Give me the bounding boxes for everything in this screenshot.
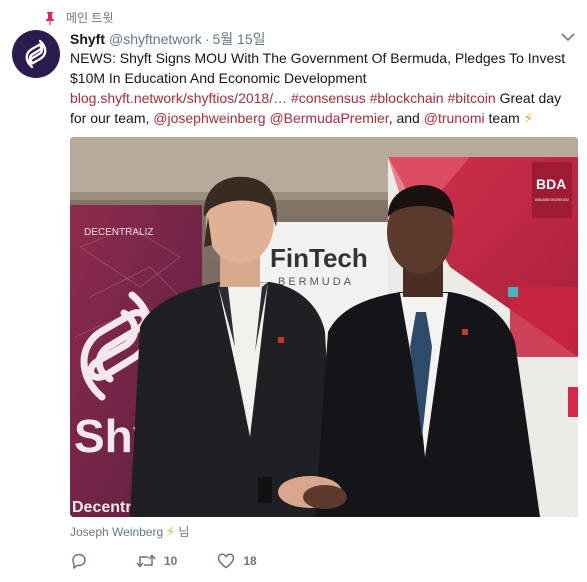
mention-link[interactable]: @trunomi <box>424 110 485 126</box>
like-count: 18 <box>243 554 257 568</box>
avatar[interactable] <box>12 30 60 78</box>
tweet-url-link[interactable]: blog.shyft.network/shyftios/2018/… <box>70 90 287 106</box>
hashtag-link[interactable]: #consensus <box>291 90 366 106</box>
hashtag-link[interactable]: #bitcoin <box>447 90 495 106</box>
heart-icon <box>218 553 235 569</box>
pinned-indicator: 메인 트윗 <box>44 9 114 26</box>
tweet-headline: NEWS: Shyft Signs MOU With The Governmen… <box>70 50 566 86</box>
tweet-text-end: team <box>488 110 520 126</box>
reply-icon <box>72 553 86 569</box>
hashtag-link[interactable]: #blockchain <box>370 90 444 106</box>
pin-icon <box>46 11 54 25</box>
tweet-photo[interactable]: DECENTRALIZ Shyft Decentraliz FinTech BE… <box>70 137 578 517</box>
banner-left-top-text: DECENTRALIZ <box>84 227 153 238</box>
header-separator: · <box>204 31 210 47</box>
banner-center-sub-text: BERMUDA <box>278 276 354 288</box>
author-handle[interactable]: @shyftnetwork <box>109 31 202 47</box>
banner-center-title-text: FinTech <box>270 243 368 273</box>
bda-logo-sub-text: BERMUDA BUSINESS DEVELOPMENT AGENCY <box>535 198 569 202</box>
retweet-count: 10 <box>164 554 178 568</box>
shyft-logo-icon <box>25 39 47 69</box>
tagged-user-name[interactable]: Joseph Weinberg <box>70 525 163 539</box>
bda-logo-text: BDA <box>536 176 566 192</box>
photo-tag-caption[interactable]: Joseph Weinberg ⚡ 님 <box>70 523 189 540</box>
retweet-icon <box>136 554 156 568</box>
mention-link[interactable]: @BermudaPremier <box>269 110 388 126</box>
like-button[interactable]: 18 <box>217 552 257 570</box>
tweet-text-and: , and <box>388 110 420 126</box>
lightning-emoji: ⚡ <box>523 110 534 126</box>
author-name[interactable]: Shyft <box>70 31 105 47</box>
photo-scene: DECENTRALIZ Shyft Decentraliz FinTech BE… <box>70 137 578 517</box>
tweet-actions: 10 18 <box>70 552 297 570</box>
mention-link[interactable]: @josephweinberg <box>153 110 265 126</box>
retweet-button[interactable]: 10 <box>136 552 177 570</box>
tweet-text: NEWS: Shyft Signs MOU With The Governmen… <box>70 48 578 128</box>
tweet-header: Shyft @shyftnetwork · 5월 15일 <box>70 29 266 49</box>
chevron-down-icon[interactable] <box>561 32 575 42</box>
lightning-emoji: ⚡ <box>166 523 176 539</box>
tweet[interactable]: 메인 트윗 Shyft @shyftnetwork · 5월 15일 NEWS:… <box>0 0 587 582</box>
caption-suffix: 님 <box>178 525 190 539</box>
pinned-label: 메인 트윗 <box>66 11 114 25</box>
tweet-date[interactable]: 5월 15일 <box>212 29 265 49</box>
reply-button[interactable] <box>70 552 96 570</box>
